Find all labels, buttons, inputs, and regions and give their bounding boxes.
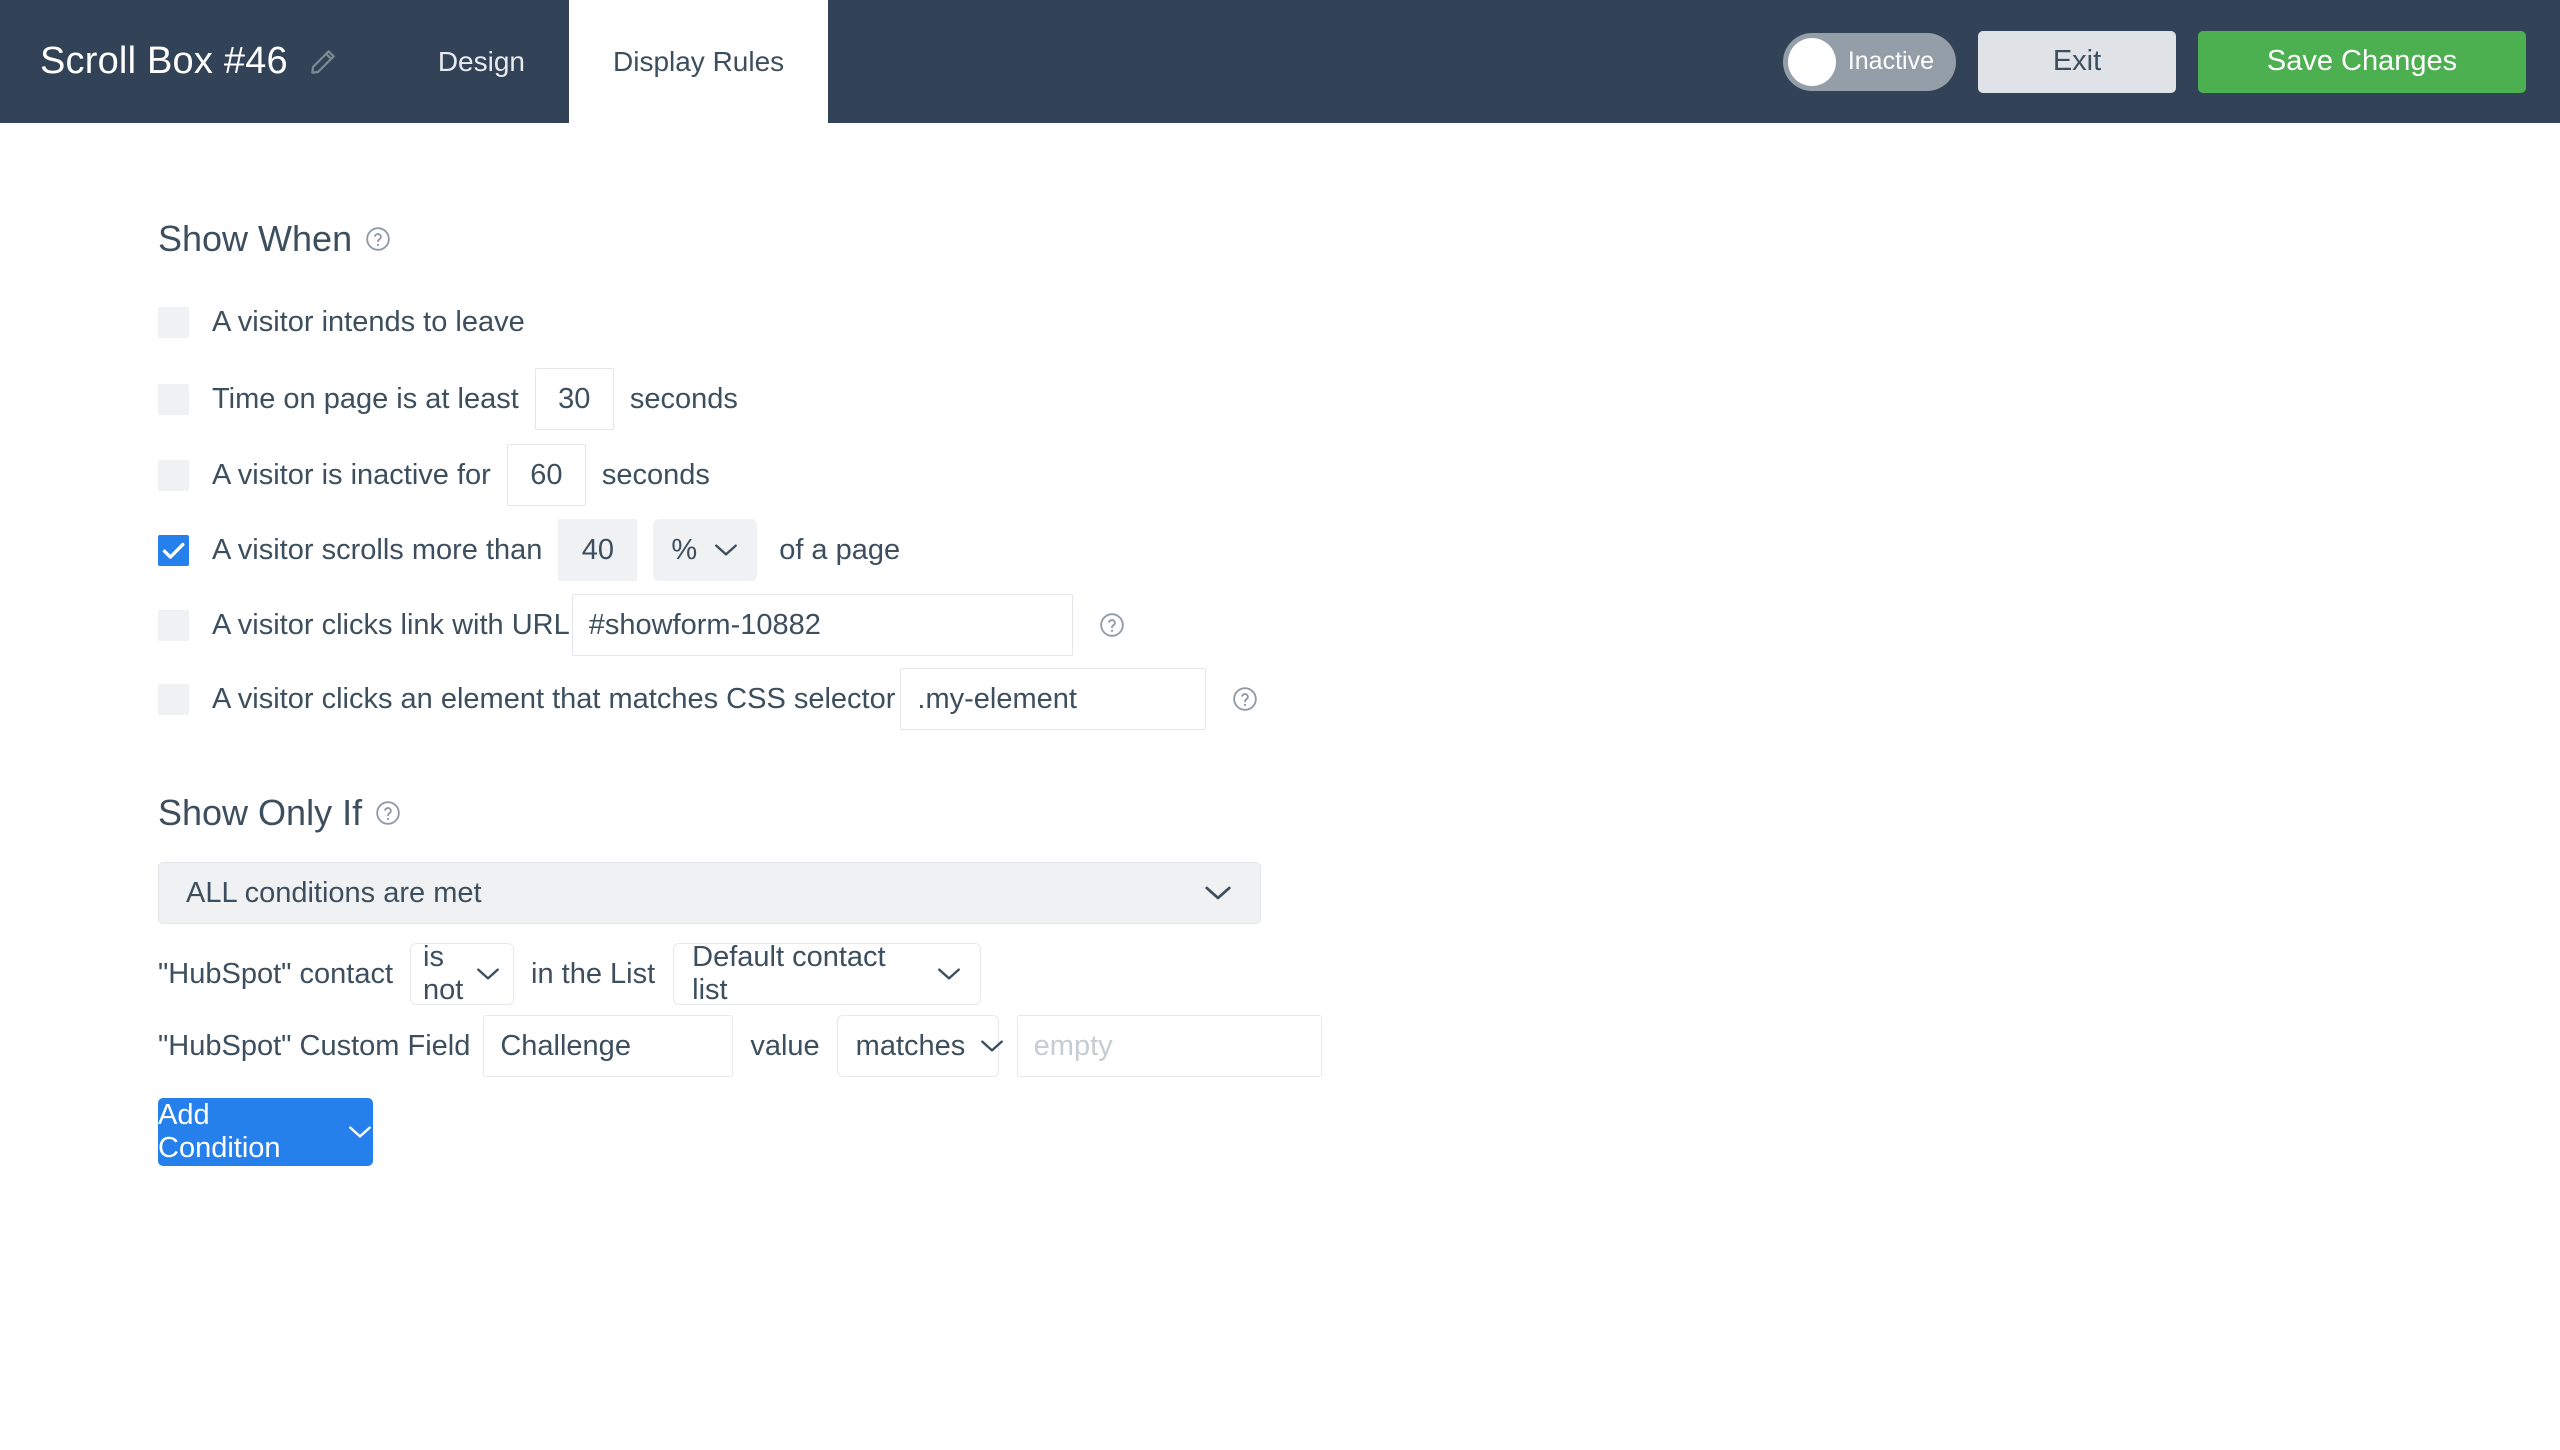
rule-label-exit-intent: A visitor intends to leave [212, 305, 525, 338]
rule-label-click-url: A visitor clicks link with URL [212, 608, 570, 641]
scroll-unit-select[interactable]: % [653, 519, 758, 581]
custom-field-value-input[interactable] [1016, 1015, 1322, 1077]
save-changes-button[interactable]: Save Changes [2198, 30, 2526, 93]
chevron-down-icon [981, 1040, 1004, 1052]
chevron-down-icon [938, 968, 961, 980]
inactivity-seconds-input[interactable] [506, 444, 586, 506]
brand-area: Scroll Box #46 [0, 0, 338, 123]
condition-row-contact-list: "HubSpot" contact is not in the List Def… [158, 941, 2560, 1006]
rule-row-click-url: A visitor clicks link with URL [158, 594, 2560, 656]
tab-display-rules[interactable]: Display Rules [569, 0, 829, 123]
toggle-label: Inactive [1847, 47, 1934, 75]
rule-label-time-on-page: Time on page is at least [212, 382, 519, 415]
rule-row-time-on-page: Time on page is at least seconds [158, 368, 2560, 430]
scroll-depth-input[interactable] [558, 519, 638, 581]
checkbox-click-url[interactable] [158, 609, 189, 641]
add-condition-button[interactable]: Add Condition [158, 1098, 373, 1166]
custom-field-prefix-label: "HubSpot" Custom Field [158, 1029, 471, 1062]
tab-design[interactable]: Design [394, 0, 569, 123]
match-mode-select[interactable]: ALL conditions are met [158, 862, 1261, 924]
custom-field-operator-value: matches [855, 1029, 966, 1062]
checkbox-scroll-depth[interactable] [158, 534, 189, 566]
css-selector-help-circle-icon[interactable] [1232, 686, 1258, 712]
rule-row-exit-intent: A visitor intends to leave [158, 291, 2560, 353]
exit-button[interactable]: Exit [1978, 30, 2176, 93]
condition-row-custom-field: "HubSpot" Custom Field value matches [158, 1015, 2560, 1077]
toggle-knob [1787, 37, 1836, 86]
contact-list-value: Default contact list [692, 941, 886, 1006]
css-selector-input[interactable] [900, 668, 1207, 730]
chevron-down-icon [477, 968, 499, 980]
contact-list-select[interactable]: Default contact list [673, 941, 982, 1006]
chevron-down-icon [349, 1126, 371, 1138]
time-on-page-input[interactable] [534, 368, 614, 430]
rule-row-inactivity: A visitor is inactive for seconds [158, 444, 2560, 506]
rule-row-css-selector: A visitor clicks an element that matches… [158, 668, 2560, 730]
custom-field-name-input[interactable] [483, 1015, 734, 1077]
time-on-page-unit-label: seconds [629, 382, 738, 415]
contact-operator-value: is not [423, 941, 464, 1006]
active-inactive-toggle[interactable]: Inactive [1782, 32, 1956, 91]
checkbox-css-selector[interactable] [158, 683, 189, 715]
header-actions: Inactive Exit Save Changes [1782, 0, 2560, 123]
chevron-down-icon [1205, 886, 1231, 900]
checkbox-time-on-page[interactable] [158, 383, 189, 415]
contact-operator-select[interactable]: is not [410, 941, 515, 1006]
app-header: Scroll Box #46 Design Display Rules Inac… [0, 0, 2560, 123]
custom-field-middle-label: value [750, 1029, 820, 1062]
inactivity-unit-label: seconds [601, 458, 710, 491]
match-mode-value: ALL conditions are met [186, 876, 482, 909]
rule-label-scroll-depth: A visitor scrolls more than [212, 533, 543, 566]
rule-label-inactivity: A visitor is inactive for [212, 458, 491, 491]
click-url-input[interactable] [571, 594, 1073, 656]
show-when-heading: Show When [158, 218, 2560, 260]
add-condition-label: Add Condition [158, 1099, 281, 1164]
chevron-down-icon [715, 544, 738, 556]
show-only-if-heading-label: Show Only If [158, 792, 363, 833]
page-title: Scroll Box #46 [40, 40, 288, 82]
condition-prefix-label: "HubSpot" contact [158, 957, 394, 990]
pencil-icon[interactable] [308, 47, 338, 77]
show-when-heading-label: Show When [158, 218, 353, 259]
condition-middle-label: in the List [531, 957, 656, 990]
rule-label-css-selector: A visitor clicks an element that matches… [212, 682, 896, 715]
rule-row-scroll-depth: A visitor scrolls more than % of a page [158, 519, 2560, 581]
checkbox-exit-intent[interactable] [158, 306, 189, 338]
custom-field-operator-select[interactable]: matches [836, 1015, 1004, 1077]
main-content: Show When A visitor intends to leave Tim… [0, 218, 2560, 1166]
click-url-help-circle-icon[interactable] [1099, 612, 1125, 638]
header-tabs: Design Display Rules [394, 0, 829, 123]
help-circle-icon[interactable] [365, 226, 391, 252]
show-only-if-help-circle-icon[interactable] [375, 800, 401, 826]
scroll-depth-suffix-label: of a page [779, 533, 901, 566]
show-only-if-heading: Show Only If [158, 792, 2560, 834]
scroll-unit-value: % [671, 533, 698, 566]
checkbox-inactivity[interactable] [158, 459, 189, 491]
